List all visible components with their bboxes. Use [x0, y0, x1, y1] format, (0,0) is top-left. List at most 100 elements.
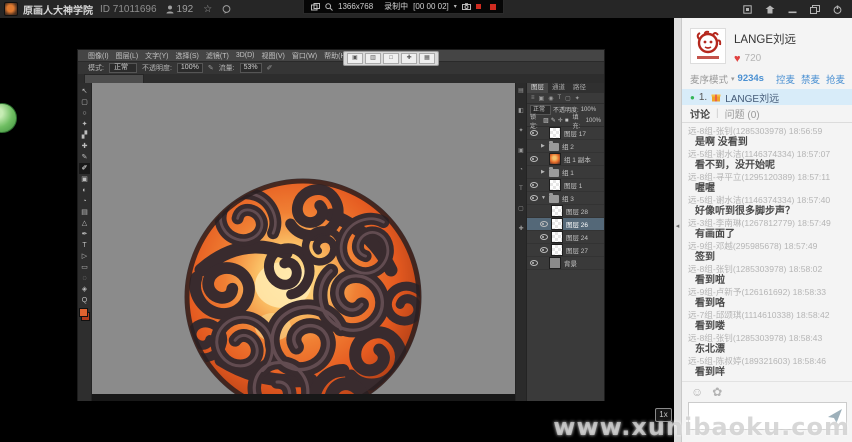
lock-icon[interactable]: ▨: [543, 117, 549, 124]
lock-icon[interactable]: ■: [565, 118, 569, 124]
grab-mic-link[interactable]: 抢麦: [826, 72, 845, 86]
recorder-dropdown-icon[interactable]: ▾: [454, 3, 457, 10]
menu-filter[interactable]: 滤镜(T): [206, 51, 229, 61]
healing-tool-icon[interactable]: ✎: [79, 152, 90, 163]
path-select-tool-icon[interactable]: ▷: [79, 251, 90, 262]
overlay-button[interactable]: ▥: [365, 53, 381, 64]
lasso-tool-icon[interactable]: ○: [79, 108, 90, 119]
lock-icon[interactable]: ✎: [551, 117, 556, 124]
menu-type[interactable]: 文字(Y): [145, 51, 168, 61]
record-button[interactable]: [476, 4, 481, 9]
camera-icon[interactable]: [462, 3, 471, 10]
mic-queue-item[interactable]: ● 1. LANGE刘远: [682, 89, 852, 105]
color-swatches[interactable]: [79, 308, 90, 321]
layer-row[interactable]: ▼ 组 3: [527, 192, 604, 205]
blur-tool-icon[interactable]: △: [79, 218, 90, 229]
hand-tool-icon[interactable]: ◌: [79, 273, 90, 284]
brush-icon[interactable]: ✎: [208, 64, 214, 72]
dock-icon[interactable]: ✦: [518, 127, 523, 134]
heart-icon[interactable]: ♥: [734, 54, 741, 64]
tab-discussion[interactable]: 讨论: [690, 106, 710, 121]
filter-icon[interactable]: ≡: [531, 95, 535, 101]
filter-icon[interactable]: T: [557, 95, 561, 101]
brush-tool-icon[interactable]: ✐: [79, 163, 90, 174]
layer-row[interactable]: 背景: [527, 257, 604, 270]
blend-mode-select[interactable]: 正常: [109, 63, 137, 73]
visibility-eye-icon[interactable]: [539, 221, 548, 227]
pen-tool-icon[interactable]: ✒: [79, 229, 90, 240]
lock-icon[interactable]: ✛: [558, 117, 563, 124]
tab-paths[interactable]: 路径: [569, 83, 590, 93]
visibility-eye-icon[interactable]: [539, 208, 548, 214]
streamer-avatar[interactable]: [690, 28, 726, 64]
boss-key-icon[interactable]: [765, 5, 775, 14]
layer-row[interactable]: ▶ 组 2: [527, 140, 604, 153]
canvas-document[interactable]: [92, 83, 515, 394]
eyedropper-tool-icon[interactable]: ✚: [79, 141, 90, 152]
stamp-tool-icon[interactable]: ▣: [79, 174, 90, 185]
overlay-button[interactable]: □: [383, 53, 399, 64]
visibility-eye-icon[interactable]: [529, 260, 538, 266]
dock-icon[interactable]: ▢: [518, 205, 524, 212]
control-mic-link[interactable]: 控麦: [776, 72, 795, 86]
floating-assistant-button[interactable]: [0, 103, 17, 133]
send-icon[interactable]: [827, 408, 843, 424]
windows-icon[interactable]: [311, 3, 320, 11]
chat-input[interactable]: [688, 402, 847, 430]
mode-dropdown-icon[interactable]: ▾: [731, 75, 735, 83]
visibility-eye-icon[interactable]: [539, 247, 548, 253]
menu-window[interactable]: 窗口(W): [292, 51, 317, 61]
pin-window-icon[interactable]: [743, 5, 752, 14]
zoom-tool-icon[interactable]: Q: [79, 295, 90, 306]
restore-button[interactable]: [810, 5, 820, 14]
visibility-eye-icon[interactable]: [529, 156, 538, 162]
collapse-arrow-icon[interactable]: ◂: [674, 222, 681, 230]
document-tab[interactable]: [84, 74, 144, 83]
visibility-eye-icon[interactable]: [529, 130, 538, 136]
flow-value[interactable]: 53%: [240, 63, 262, 73]
favorite-star-icon[interactable]: ☆: [203, 4, 212, 15]
foreground-color[interactable]: [79, 308, 88, 317]
history-brush-tool-icon[interactable]: ◐: [79, 185, 90, 196]
dock-icon[interactable]: ◧: [518, 107, 524, 114]
dock-icon[interactable]: ▤: [518, 87, 524, 94]
ps-canvas-area[interactable]: [92, 83, 515, 401]
message-bubble-icon[interactable]: [222, 5, 231, 14]
emoji-button[interactable]: ☺: [691, 386, 703, 398]
wand-tool-icon[interactable]: ✦: [79, 119, 90, 130]
magnifier-icon[interactable]: [325, 3, 333, 11]
playback-speed-badge[interactable]: 1x: [655, 408, 672, 422]
menu-image[interactable]: 图像(I): [88, 51, 109, 61]
menu-3d[interactable]: 3D(D): [236, 52, 255, 59]
mic-mode-label[interactable]: 麦序模式: [690, 72, 728, 86]
marquee-tool-icon[interactable]: ▢: [79, 97, 90, 108]
chat-message-list[interactable]: 远-8组-张钊(1285303978) 18:56:59是啊 没看到 远-5组-…: [682, 123, 852, 381]
eraser-tool-icon[interactable]: ◔: [79, 196, 90, 207]
dock-icon[interactable]: ◔: [519, 167, 523, 173]
menu-select[interactable]: 选择(S): [176, 51, 199, 61]
visibility-eye-icon[interactable]: [539, 234, 548, 240]
gradient-tool-icon[interactable]: ▤: [79, 207, 90, 218]
visibility-eye-icon[interactable]: [529, 169, 538, 175]
opacity-value[interactable]: 100%: [177, 63, 203, 73]
layer-row[interactable]: 图层 27: [527, 244, 604, 257]
dock-icon[interactable]: ✚: [518, 225, 523, 232]
menu-layer[interactable]: 图层(L): [116, 51, 139, 61]
minimize-button[interactable]: [788, 5, 797, 14]
text-tool-icon[interactable]: T: [79, 240, 90, 251]
flower-gift-button[interactable]: ✿: [712, 386, 722, 398]
overlay-button[interactable]: ▦: [419, 53, 435, 64]
filter-icon[interactable]: ▣: [539, 95, 545, 102]
rotate-view-tool-icon[interactable]: ◈: [79, 284, 90, 295]
crop-tool-icon[interactable]: ▞: [79, 130, 90, 141]
close-power-button[interactable]: [833, 5, 842, 14]
overlay-button[interactable]: ▣: [347, 53, 363, 64]
shape-tool-icon[interactable]: ▭: [79, 262, 90, 273]
layer-row[interactable]: 图层 1: [527, 179, 604, 192]
visibility-eye-icon[interactable]: [529, 195, 538, 201]
move-tool-icon[interactable]: ↖: [79, 86, 90, 97]
stop-button[interactable]: [490, 4, 496, 10]
filter-icon[interactable]: ▢: [565, 95, 571, 102]
tab-channels[interactable]: 通道: [548, 83, 569, 93]
filter-icon[interactable]: ✦: [575, 95, 580, 102]
